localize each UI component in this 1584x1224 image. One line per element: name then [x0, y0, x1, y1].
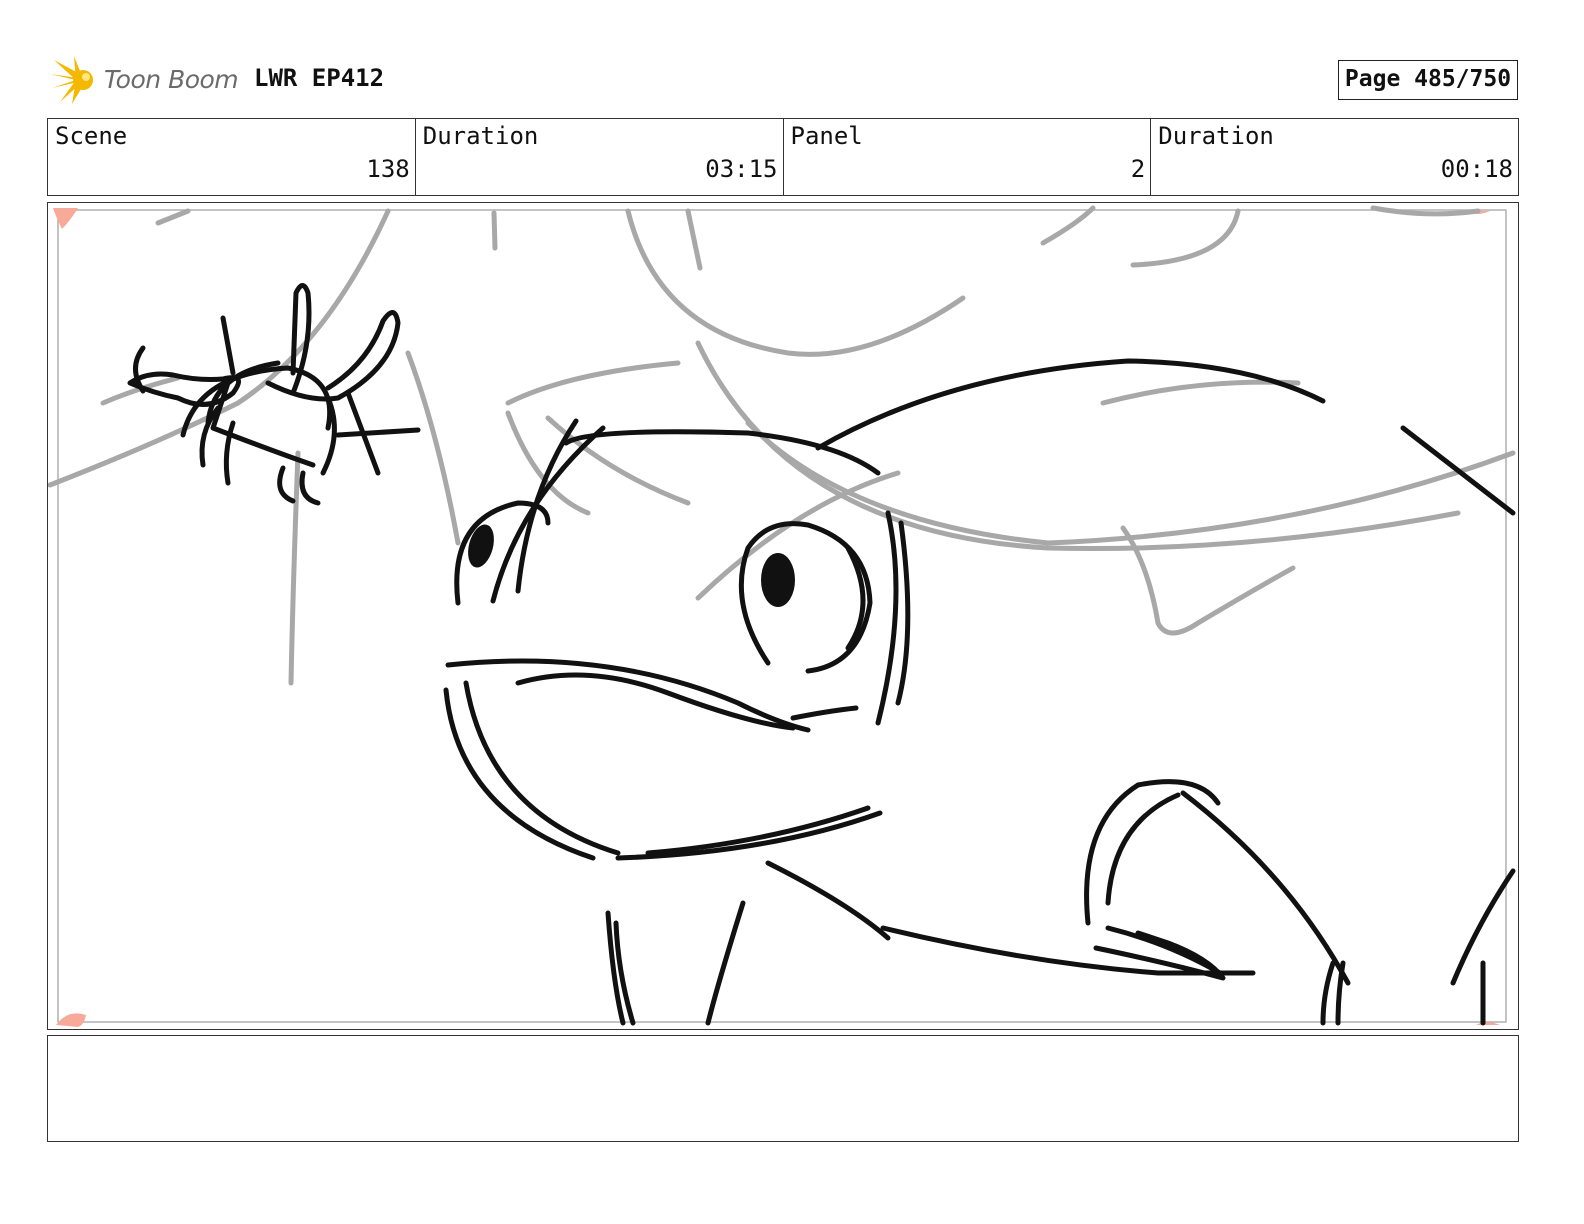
scene-duration-label: Duration	[422, 122, 539, 150]
corner-marker	[53, 208, 78, 229]
panel-duration-label: Duration	[1158, 122, 1274, 150]
scene-duration-cell: Duration 03:15	[416, 119, 784, 195]
toon-boom-star-burst-icon	[50, 56, 93, 104]
page-number: Page 485/750	[1338, 60, 1518, 100]
toon-boom-logo: Toon Boom	[50, 52, 240, 108]
bug-sketch	[127, 283, 421, 506]
logo-text: Toon Boom	[104, 65, 239, 94]
scene-cell: Scene 138	[48, 119, 416, 195]
panel-sketch	[48, 205, 1516, 1027]
panel-value: 2	[1130, 155, 1146, 183]
project-title: LWR EP412	[254, 64, 385, 92]
scene-duration-value: 03:15	[705, 155, 778, 183]
storyboard-panel	[47, 202, 1519, 1030]
panel-duration-value: 00:18	[1440, 155, 1513, 183]
corner-marker	[56, 1013, 86, 1027]
scene-label: Scene	[55, 122, 128, 150]
scene-info-table: Scene 138 Duration 03:15 Panel 2 Duratio…	[47, 118, 1519, 196]
panel-duration-cell: Duration 00:18	[1151, 119, 1518, 195]
rough-lines	[48, 205, 1516, 686]
panel-label: Panel	[790, 122, 863, 150]
caption-box	[47, 1035, 1519, 1142]
panel-cell: Panel 2	[784, 119, 1152, 195]
safe-frame	[57, 209, 1507, 1023]
scene-value: 138	[366, 155, 410, 183]
